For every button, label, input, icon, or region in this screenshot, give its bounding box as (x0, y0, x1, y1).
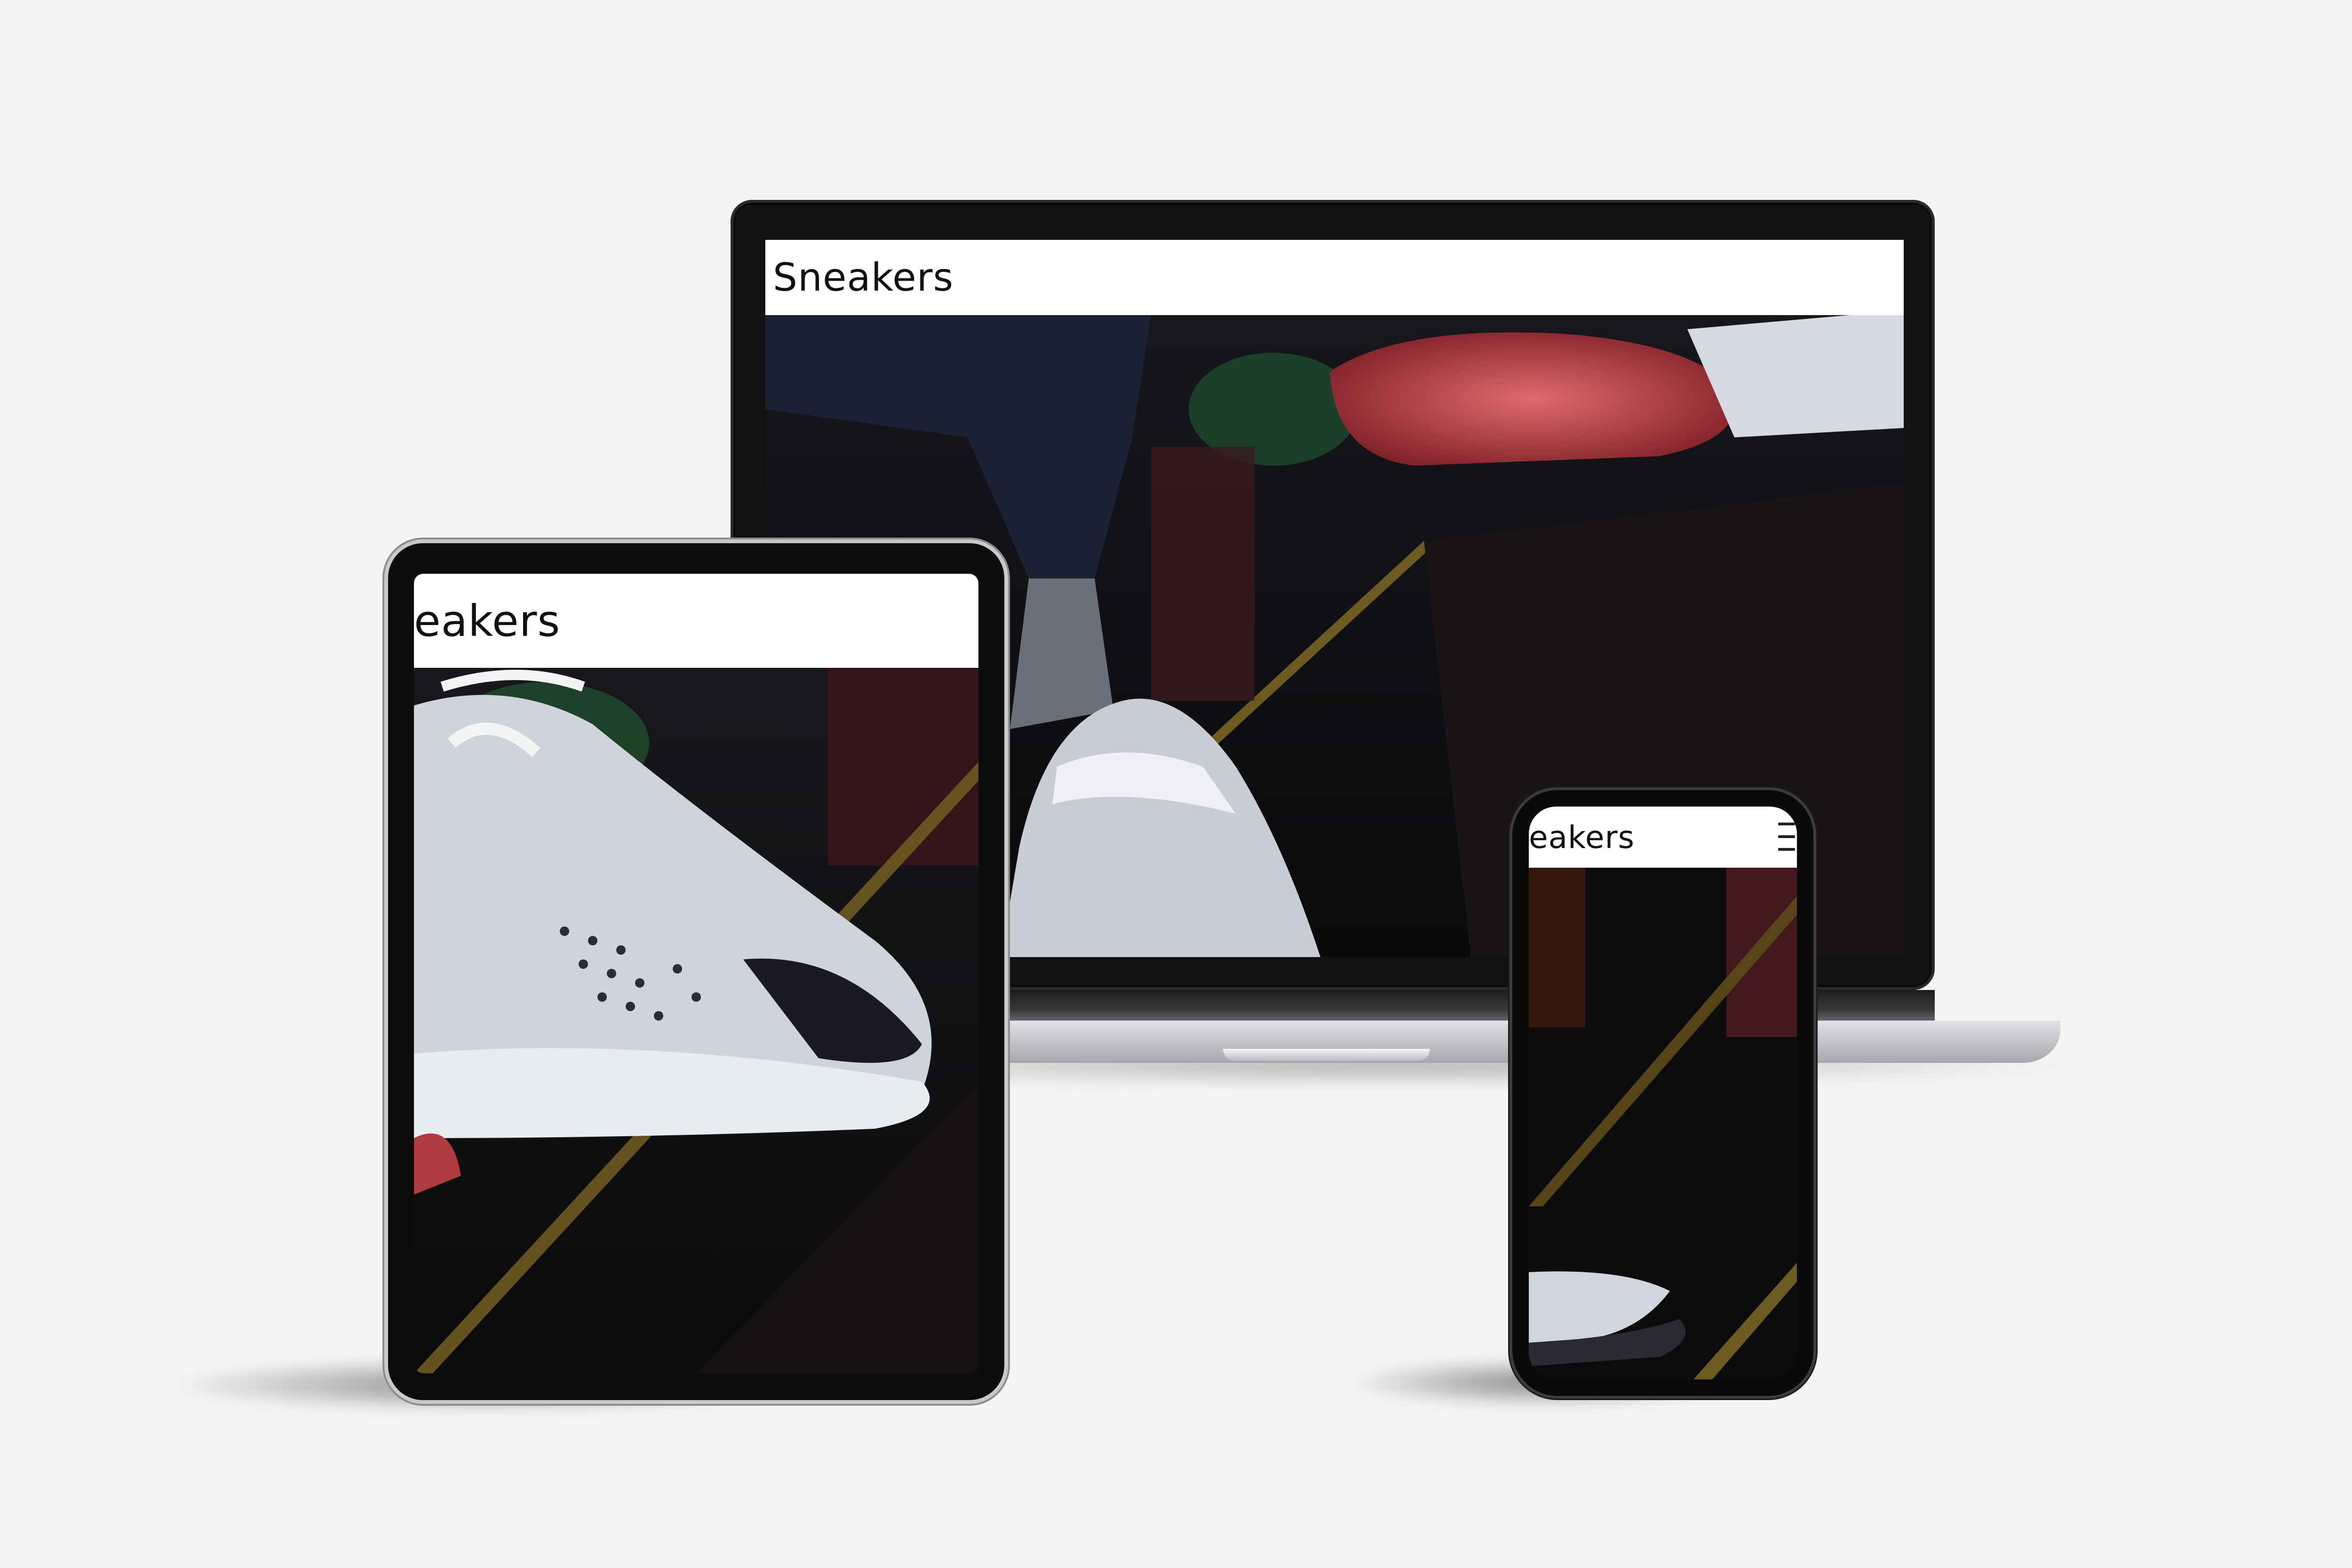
tablet-hero-video[interactable] (414, 668, 978, 1373)
phone-hero-image (1529, 868, 1797, 1379)
laptop-trackpad-notch (1223, 1049, 1430, 1061)
phone-screen: eakers (1529, 807, 1797, 1379)
phone-site-title[interactable]: eakers (1529, 819, 1635, 855)
phone-hero-video[interactable] (1529, 868, 1797, 1379)
tablet-screen: eakers (414, 574, 978, 1373)
hamburger-menu-icon[interactable] (1778, 823, 1795, 851)
tablet-site-header: eakers (414, 574, 978, 668)
laptop-site-title[interactable]: Sneakers (773, 255, 954, 300)
laptop-site-header: Sneakers (765, 240, 1904, 315)
tablet-site-title[interactable]: eakers (414, 596, 560, 646)
tablet-hero-image (414, 668, 978, 1373)
phone-site-header: eakers (1529, 807, 1797, 868)
